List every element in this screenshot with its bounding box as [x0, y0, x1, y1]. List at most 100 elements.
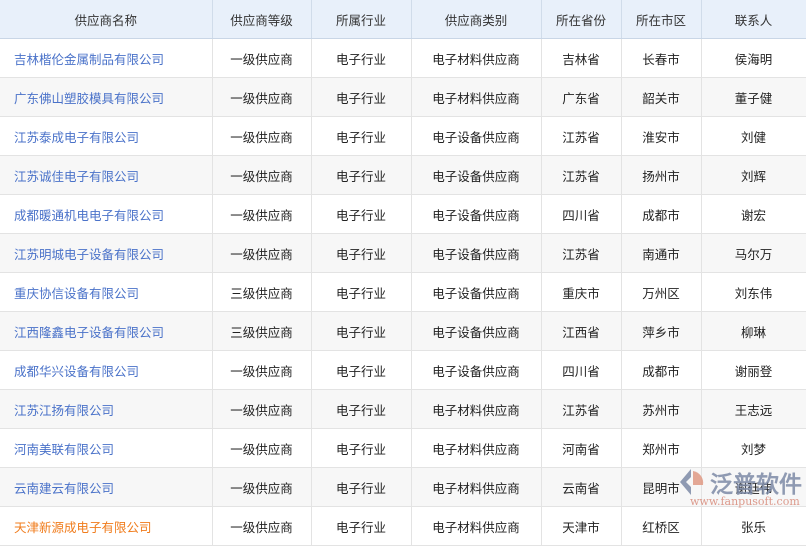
table-cell: 一级供应商	[212, 77, 312, 117]
table-cell: 萍乡市	[621, 311, 702, 351]
table-cell: 一级供应商	[212, 467, 312, 507]
table-row[interactable]: 江西隆鑫电子设备有限公司 三级供应商 电子行业 电子设备供应商 江西省 萍乡市 柳琳	[0, 311, 806, 351]
column-header[interactable]: 供应商名称	[0, 0, 213, 39]
column-header[interactable]: 供应商等级	[212, 0, 312, 39]
table-cell: 电子行业	[311, 272, 412, 312]
table-cell: 电子行业	[311, 233, 412, 273]
table-cell: 王志远	[701, 389, 806, 429]
table-cell: 电子材料供应商	[411, 389, 542, 429]
table-cell: 一级供应商	[212, 389, 312, 429]
table-cell: 河南省	[541, 428, 622, 468]
table-cell: 电子行业	[311, 38, 412, 78]
column-header[interactable]: 所属行业	[311, 0, 412, 39]
table-row[interactable]: 成都华兴设备有限公司 一级供应商 电子行业 电子设备供应商 四川省 成都市 谢丽登	[0, 350, 806, 390]
table-cell: 电子行业	[311, 311, 412, 351]
supplier-name-link[interactable]: 江苏江扬有限公司	[0, 389, 213, 429]
table-row[interactable]: 广东佛山塑胶模具有限公司 一级供应商 电子行业 电子材料供应商 广东省 韶关市 董子健	[0, 77, 806, 117]
table-cell: 江苏省	[541, 389, 622, 429]
table-row[interactable]: 成都暖通机电电子有限公司 一级供应商 电子行业 电子设备供应商 四川省 成都市 谢宏	[0, 194, 806, 234]
table-row[interactable]: 重庆协信设备有限公司 三级供应商 电子行业 电子设备供应商 重庆市 万州区 刘东伟	[0, 272, 806, 312]
table-cell: 成都市	[621, 194, 702, 234]
table-cell: 江苏省	[541, 155, 622, 195]
table-cell: 谢丽登	[701, 350, 806, 390]
table-cell: 红桥区	[621, 506, 702, 546]
supplier-name-link[interactable]: 河南美联有限公司	[0, 428, 213, 468]
table-cell: 刘梦	[701, 428, 806, 468]
table-cell: 电子行业	[311, 155, 412, 195]
table-cell: 董子健	[701, 77, 806, 117]
table-cell: 电子行业	[311, 116, 412, 156]
table-cell: 电子设备供应商	[411, 233, 542, 273]
supplier-name-link[interactable]: 江苏诚佳电子有限公司	[0, 155, 213, 195]
column-header[interactable]: 所在市区	[621, 0, 702, 39]
table-cell: 一级供应商	[212, 155, 312, 195]
supplier-table: 供应商名称 供应商等级 所属行业 供应商类别 所在省份 所在市区 联系人 吉林楷伦金属制品有…	[0, 0, 806, 546]
table-cell: 电子行业	[311, 389, 412, 429]
table-row[interactable]: 江苏泰成电子有限公司 一级供应商 电子行业 电子设备供应商 江苏省 淮安市 刘健	[0, 116, 806, 156]
table-cell: 电子设备供应商	[411, 350, 542, 390]
table-cell: 一级供应商	[212, 506, 312, 546]
table-row[interactable]: 天津新源成电子有限公司 一级供应商 电子行业 电子材料供应商 天津市 红桥区 张乐	[0, 506, 806, 546]
table-cell: 万州区	[621, 272, 702, 312]
table-cell: 一级供应商	[212, 194, 312, 234]
table-cell: 电子材料供应商	[411, 506, 542, 546]
table-cell: 电子材料供应商	[411, 38, 542, 78]
table-cell: 广东省	[541, 77, 622, 117]
column-header[interactable]: 联系人	[701, 0, 806, 39]
table-cell: 天津市	[541, 506, 622, 546]
table-cell: 长春市	[621, 38, 702, 78]
supplier-name-link[interactable]: 吉林楷伦金属制品有限公司	[0, 38, 213, 78]
table-cell: 电子设备供应商	[411, 116, 542, 156]
table-cell: 电子行业	[311, 467, 412, 507]
table-cell: 昆明市	[621, 467, 702, 507]
supplier-name-link[interactable]: 江苏明城电子设备有限公司	[0, 233, 213, 273]
table-cell: 电子行业	[311, 428, 412, 468]
table-row[interactable]: 江苏江扬有限公司 一级供应商 电子行业 电子材料供应商 江苏省 苏州市 王志远	[0, 389, 806, 429]
table-cell: 电子行业	[311, 194, 412, 234]
table-cell: 刘辉	[701, 155, 806, 195]
table-cell: 成都市	[621, 350, 702, 390]
table-cell: 四川省	[541, 194, 622, 234]
table-cell: 苏州市	[621, 389, 702, 429]
supplier-name-link[interactable]: 江苏泰成电子有限公司	[0, 116, 213, 156]
supplier-name-link[interactable]: 江西隆鑫电子设备有限公司	[0, 311, 213, 351]
table-cell: 电子材料供应商	[411, 467, 542, 507]
table-cell: 云南省	[541, 467, 622, 507]
table-cell: 郑州市	[621, 428, 702, 468]
table-cell: 电子行业	[311, 506, 412, 546]
table-row[interactable]: 江苏明城电子设备有限公司 一级供应商 电子行业 电子设备供应商 江苏省 南通市 马尔万	[0, 233, 806, 273]
table-cell: 马尔万	[701, 233, 806, 273]
table-cell: 电子设备供应商	[411, 272, 542, 312]
supplier-name-link[interactable]: 广东佛山塑胶模具有限公司	[0, 77, 213, 117]
table-cell: 电子材料供应商	[411, 428, 542, 468]
supplier-name-link[interactable]: 天津新源成电子有限公司	[0, 506, 213, 546]
supplier-name-link[interactable]: 重庆协信设备有限公司	[0, 272, 213, 312]
supplier-name-link[interactable]: 成都暖通机电电子有限公司	[0, 194, 213, 234]
table-cell: 张乐	[701, 506, 806, 546]
table-cell: 刘东伟	[701, 272, 806, 312]
table-cell: 四川省	[541, 350, 622, 390]
table-cell: 一级供应商	[212, 38, 312, 78]
column-header[interactable]: 所在省份	[541, 0, 622, 39]
table-cell: 扬州市	[621, 155, 702, 195]
table-row[interactable]: 云南建云有限公司 一级供应商 电子行业 电子材料供应商 云南省 昆明市 谢廷伟	[0, 467, 806, 507]
table-cell: 重庆市	[541, 272, 622, 312]
table-cell: 电子设备供应商	[411, 194, 542, 234]
table-row[interactable]: 吉林楷伦金属制品有限公司 一级供应商 电子行业 电子材料供应商 吉林省 长春市 侯海明	[0, 38, 806, 78]
table-row[interactable]: 江苏诚佳电子有限公司 一级供应商 电子行业 电子设备供应商 江苏省 扬州市 刘辉	[0, 155, 806, 195]
table-cell: 一级供应商	[212, 350, 312, 390]
column-header[interactable]: 供应商类别	[411, 0, 542, 39]
table-cell: 江苏省	[541, 233, 622, 273]
table-row[interactable]: 河南美联有限公司 一级供应商 电子行业 电子材料供应商 河南省 郑州市 刘梦	[0, 428, 806, 468]
table-cell: 江苏省	[541, 116, 622, 156]
supplier-name-link[interactable]: 成都华兴设备有限公司	[0, 350, 213, 390]
table-cell: 电子行业	[311, 350, 412, 390]
table-cell: 三级供应商	[212, 311, 312, 351]
table-cell: 电子材料供应商	[411, 77, 542, 117]
table-cell: 电子行业	[311, 77, 412, 117]
table-cell: 一级供应商	[212, 233, 312, 273]
table-cell: 韶关市	[621, 77, 702, 117]
table-cell: 刘健	[701, 116, 806, 156]
supplier-name-link[interactable]: 云南建云有限公司	[0, 467, 213, 507]
table-cell: 侯海明	[701, 38, 806, 78]
